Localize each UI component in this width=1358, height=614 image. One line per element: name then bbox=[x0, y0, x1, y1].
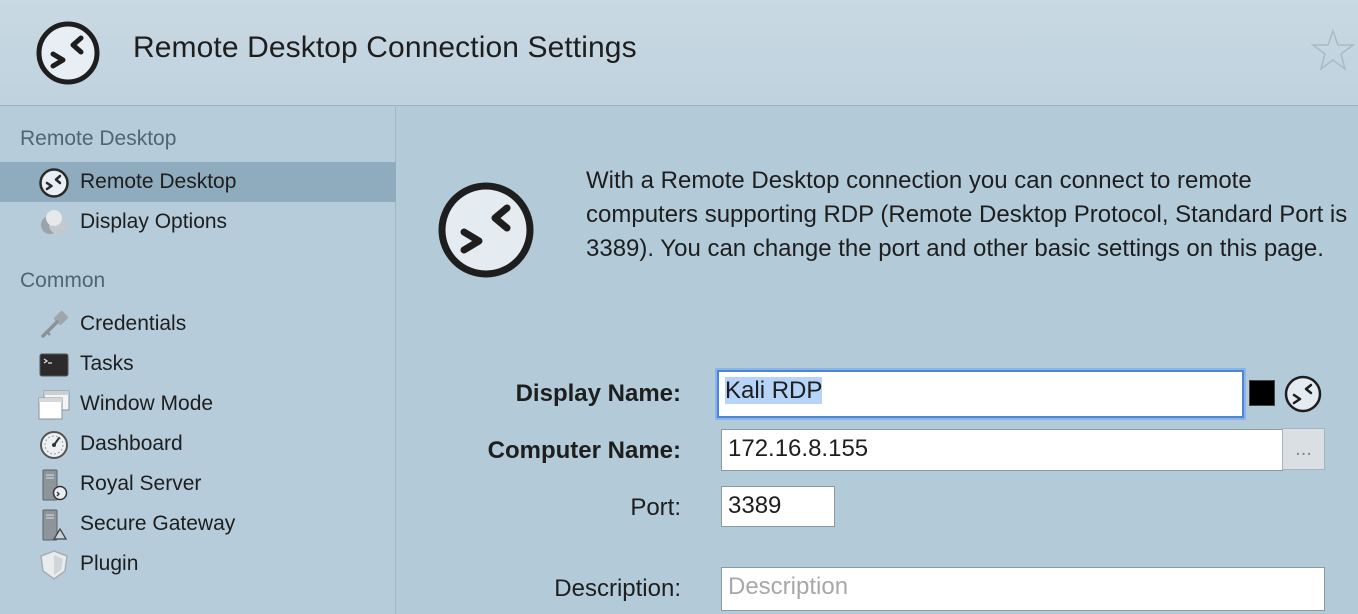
page-title: Remote Desktop Connection Settings bbox=[133, 31, 637, 64]
sidebar-item-label: Secure Gateway bbox=[80, 512, 236, 535]
description-placeholder: Description bbox=[728, 573, 849, 600]
color-swatch[interactable] bbox=[1249, 380, 1275, 406]
port-field[interactable]: 3389 bbox=[721, 486, 835, 527]
sidebar-item-plugin[interactable]: Plugin bbox=[0, 544, 396, 584]
sidebar-item-label: Window Mode bbox=[80, 392, 214, 415]
sidebar-item-credentials[interactable]: Credentials bbox=[0, 304, 396, 344]
browse-button[interactable]: ... bbox=[1282, 428, 1325, 470]
display-options-icon bbox=[41, 210, 67, 234]
display-name-value: Kali RDP bbox=[725, 377, 823, 404]
sidebar-item-label: Dashboard bbox=[80, 432, 183, 455]
remote-desktop-icon bbox=[39, 168, 69, 198]
main-panel: With a Remote Desktop connection you can… bbox=[397, 107, 1358, 614]
server-icon bbox=[42, 469, 68, 501]
remote-desktop-icon bbox=[36, 21, 100, 85]
display-name-label: Display Name: bbox=[515, 380, 681, 407]
description-label: Description: bbox=[554, 575, 681, 602]
remote-desktop-icon-button[interactable] bbox=[1283, 374, 1323, 414]
description-text: With a Remote Desktop connection you can… bbox=[586, 167, 1348, 262]
sidebar-item-label: Tasks bbox=[80, 352, 134, 375]
star-icon[interactable] bbox=[1311, 28, 1355, 72]
sidebar-item-label: Royal Server bbox=[80, 472, 202, 495]
gateway-icon bbox=[42, 509, 68, 541]
terminal-icon bbox=[39, 353, 69, 377]
description-field[interactable]: Description bbox=[721, 567, 1325, 611]
computer-name-field[interactable]: 172.16.8.155 bbox=[721, 429, 1283, 471]
computer-name-label: Computer Name: bbox=[487, 437, 681, 464]
sidebar-item-window-mode[interactable]: Window Mode bbox=[0, 384, 396, 424]
remote-desktop-icon bbox=[438, 182, 534, 278]
sidebar-item-royal-server[interactable]: Royal Server bbox=[0, 464, 396, 504]
sidebar-item-label: Display Options bbox=[80, 210, 228, 233]
header: Remote Desktop Connection Settings bbox=[0, 0, 1358, 106]
sidebar-item-tasks[interactable]: Tasks bbox=[0, 344, 396, 384]
display-name-field[interactable]: Kali RDP bbox=[717, 370, 1244, 418]
sidebar-item-remote-desktop[interactable]: Remote Desktop bbox=[0, 162, 396, 202]
sidebar-item-display-options[interactable]: Display Options bbox=[0, 202, 396, 242]
sidebar-item-label: Plugin bbox=[80, 552, 139, 575]
window-icon bbox=[38, 390, 70, 420]
sidebar-item-dashboard[interactable]: Dashboard bbox=[0, 424, 396, 464]
sidebar-item-label: Remote Desktop bbox=[80, 170, 237, 193]
sidebar-item-label: Credentials bbox=[80, 312, 187, 335]
port-label: Port: bbox=[630, 494, 681, 521]
dashboard-icon bbox=[40, 431, 68, 459]
plugin-icon bbox=[40, 550, 68, 580]
sidebar-section-remote-desktop: Remote Desktop bbox=[20, 127, 177, 150]
sidebar-section-common: Common bbox=[20, 269, 106, 292]
sidebar: Remote Desktop Remote Desktop Display Op… bbox=[0, 107, 396, 614]
sidebar-item-secure-gateway[interactable]: Secure Gateway bbox=[0, 504, 396, 544]
key-icon bbox=[41, 311, 68, 338]
